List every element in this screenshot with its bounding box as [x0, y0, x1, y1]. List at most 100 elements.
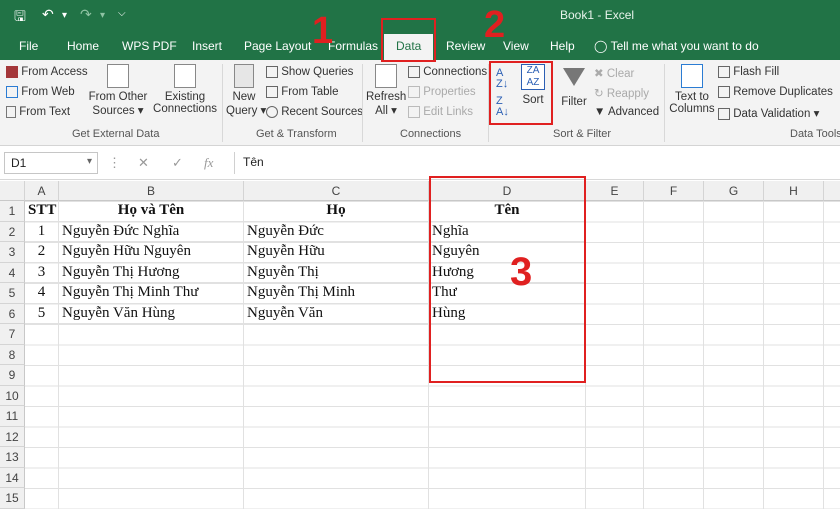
row-header[interactable]: 15 [0, 488, 25, 509]
remove-duplicates-button[interactable]: Remove Duplicates [718, 86, 833, 98]
table-header-cell[interactable]: STT [25, 201, 59, 222]
undo-icon[interactable]: ↶ [42, 6, 54, 23]
row-header[interactable]: 7 [0, 324, 25, 345]
insert-function-icon[interactable]: fx [204, 155, 213, 171]
table-cell[interactable]: Nguyễn Văn [244, 303, 429, 324]
tab-insert[interactable]: Insert [192, 39, 222, 53]
more-options-icon[interactable]: ⋮ [108, 155, 121, 171]
table-cell[interactable]: 2 [25, 242, 59, 263]
row-header[interactable]: 14 [0, 467, 25, 488]
row-header[interactable]: 5 [0, 283, 25, 304]
redo-dropdown-icon[interactable]: ▾ [100, 10, 105, 21]
cancel-icon[interactable]: ✕ [138, 155, 149, 171]
select-all-corner[interactable] [0, 181, 25, 201]
row-header[interactable]: 4 [0, 262, 25, 283]
properties-button[interactable]: Properties [408, 86, 476, 98]
refresh-all-button[interactable]: Refresh All ▾ [366, 64, 406, 117]
existing-connections-button[interactable]: Existing Connections [153, 64, 217, 115]
from-other-sources-button[interactable]: From Other Sources ▾ [88, 64, 148, 117]
text-to-columns-button[interactable]: Text to Columns [668, 64, 716, 115]
tab-page-layout[interactable]: Page Layout [244, 39, 311, 53]
remove-duplicates-icon [718, 86, 730, 98]
table-cell[interactable]: 4 [25, 283, 59, 304]
from-access-button[interactable]: From Access [6, 66, 88, 78]
column-header[interactable]: C [244, 181, 429, 201]
annotation-step-1: 1 [312, 10, 334, 52]
database-icon [107, 64, 129, 88]
tab-view[interactable]: View [503, 39, 529, 53]
save-icon[interactable]: 🖫 [14, 6, 26, 30]
row-header[interactable]: 2 [0, 221, 25, 242]
tab-formulas[interactable]: Formulas [328, 39, 378, 53]
name-box[interactable]: D1 ▾ [4, 152, 98, 174]
table-cell[interactable]: Nguyễn Đức [244, 221, 429, 242]
row-header[interactable]: 10 [0, 385, 25, 406]
text-file-icon [6, 106, 16, 118]
ribbon-body: From Access From Web From Text From Othe… [0, 60, 840, 146]
annotation-box-data-tab [381, 18, 436, 62]
filter-button[interactable]: Filter [560, 64, 588, 108]
column-header[interactable]: B [59, 181, 244, 201]
reapply-button[interactable]: ↻ Reapply [594, 86, 649, 100]
clear-button[interactable]: ✖ Clear [594, 66, 634, 80]
table-cell[interactable]: Nguyễn Thị Hương [59, 262, 244, 283]
tell-me-search[interactable]: ◯ Tell me what you want to do [594, 39, 759, 53]
table-cell[interactable]: Nguyễn Hữu [244, 242, 429, 263]
redo-icon[interactable]: ↷ [80, 6, 92, 23]
column-header[interactable]: E [586, 181, 644, 201]
column-header [824, 181, 840, 201]
table-cell[interactable]: Nguyễn Đức Nghĩa [59, 221, 244, 242]
table-header-cell[interactable]: Họ và Tên [59, 201, 244, 222]
data-validation-button[interactable]: Data Validation ▾ [718, 106, 819, 120]
row-header[interactable]: 9 [0, 365, 25, 386]
column-header[interactable]: H [764, 181, 824, 201]
column-header[interactable]: A [25, 181, 59, 201]
row-header[interactable]: 11 [0, 406, 25, 427]
connections-icon [408, 66, 420, 78]
table-cell[interactable]: 1 [25, 221, 59, 242]
tab-help[interactable]: Help [550, 39, 575, 53]
chevron-down-icon: ▾ [813, 108, 820, 120]
advanced-button[interactable]: ▼ Advanced [594, 106, 659, 118]
row-header[interactable]: 3 [0, 242, 25, 263]
row-header[interactable]: 12 [0, 426, 25, 447]
clear-filter-icon: ✖ [594, 68, 604, 80]
enter-icon[interactable]: ✓ [172, 155, 183, 171]
row-header[interactable]: 1 [0, 201, 25, 222]
column-gridline [703, 201, 704, 509]
table-cell[interactable]: Nguyễn Văn Hùng [59, 303, 244, 324]
undo-dropdown-icon[interactable]: ▾ [62, 10, 67, 21]
annotation-step-2: 2 [484, 4, 506, 46]
from-web-button[interactable]: From Web [6, 86, 75, 98]
table-cell[interactable]: Nguyễn Thị Minh [244, 283, 429, 304]
recent-sources-button[interactable]: Recent Sources [266, 106, 363, 118]
row-header[interactable]: 8 [0, 344, 25, 365]
tab-wps-pdf[interactable]: WPS PDF [122, 39, 177, 53]
tab-file[interactable]: File [19, 39, 38, 53]
table-cell[interactable]: Nguyễn Thị [244, 262, 429, 283]
tab-home[interactable]: Home [67, 39, 99, 53]
customize-qat-icon[interactable]: ⌵ [118, 8, 126, 19]
row-header[interactable]: 6 [0, 303, 25, 324]
from-text-button[interactable]: From Text [6, 106, 70, 118]
from-table-button[interactable]: From Table [266, 86, 339, 98]
column-header[interactable]: G [704, 181, 764, 201]
new-query-button[interactable]: New Query ▾ [226, 64, 266, 117]
row-header[interactable]: 13 [0, 447, 25, 468]
edit-links-button[interactable]: Edit Links [408, 106, 473, 118]
table-cell[interactable]: 3 [25, 262, 59, 283]
flash-fill-button[interactable]: Flash Fill [718, 66, 779, 78]
reapply-icon: ↻ [594, 88, 604, 100]
column-header[interactable]: F [644, 181, 704, 201]
table-cell[interactable]: Nguyễn Hữu Nguyên [59, 242, 244, 263]
connections-button[interactable]: Connections [408, 66, 487, 78]
formula-input[interactable]: Tên [234, 152, 838, 174]
queries-icon [266, 66, 278, 78]
tab-review[interactable]: Review [446, 39, 485, 53]
table-header-cell[interactable]: Họ [244, 201, 429, 222]
funnel-icon [563, 68, 585, 86]
table-cell[interactable]: 5 [25, 303, 59, 324]
group-label-get-transform: Get & Transform [256, 128, 337, 140]
table-cell[interactable]: Nguyễn Thị Minh Thư [59, 283, 244, 304]
show-queries-button[interactable]: Show Queries [266, 66, 353, 78]
